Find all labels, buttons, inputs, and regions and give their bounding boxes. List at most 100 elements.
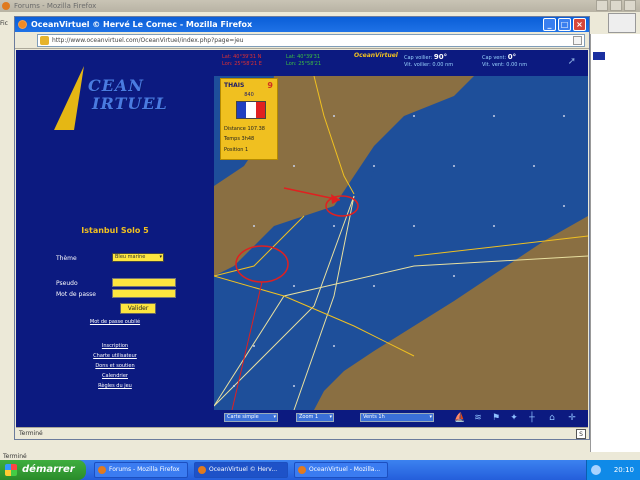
france-flag-icon bbox=[236, 101, 266, 119]
boat-rank: Position 1 bbox=[224, 147, 249, 153]
wind-speed-label: Vit. vent: bbox=[482, 62, 505, 68]
wind-arrow-icon[interactable]: ➚ bbox=[568, 56, 576, 67]
cursor-lat: Lat: 40°39'31 N bbox=[222, 54, 262, 60]
taskbar-item[interactable]: OceanVirtuel © Herv... bbox=[194, 462, 288, 478]
theme-select[interactable]: Bleu marine bbox=[112, 253, 164, 262]
sidebar-link[interactable]: Inscription bbox=[16, 341, 214, 351]
theme-label: Thème bbox=[56, 255, 77, 262]
race-title: Istanbul Solo 5 bbox=[81, 226, 149, 235]
wind-value: 0° bbox=[507, 53, 517, 61]
ocean-virtuel-logo[interactable]: CEAN IRTUEL bbox=[54, 64, 174, 134]
taskbar-item-label: OceanVirtuel - Mozilla... bbox=[309, 466, 381, 473]
compass-icon[interactable]: ✦ bbox=[508, 412, 520, 424]
validate-button[interactable]: Valider bbox=[120, 303, 156, 314]
wind-icon[interactable]: ≋ bbox=[472, 412, 484, 424]
zoom-select[interactable]: Zoom 1 bbox=[296, 413, 334, 422]
background-left-strip: Fic bbox=[0, 14, 14, 454]
password-input[interactable] bbox=[112, 289, 176, 298]
boat-code: 840 bbox=[244, 92, 254, 98]
taskbar-item-label: OceanVirtuel © Herv... bbox=[209, 466, 278, 473]
map-mode-select[interactable]: Carte simple bbox=[224, 413, 278, 422]
address-bar-row: http://www.oceanvirtuel.com/OceanVirtuel… bbox=[15, 32, 589, 49]
go-button[interactable] bbox=[573, 36, 582, 45]
speed-value: 0.00 nm bbox=[432, 62, 454, 68]
sidebar-links: Inscription Charte utilisateur Dons et s… bbox=[16, 341, 214, 391]
map-header: Lat: 40°39'31 N Lon: 25°58'21 E Lat: 40°… bbox=[214, 50, 588, 76]
url-text: http://www.oceanvirtuel.com/OceanVirtuel… bbox=[52, 37, 244, 44]
status-bar: Terminé S bbox=[16, 427, 588, 439]
boat-lat: Lat: 40°39'31 bbox=[286, 54, 321, 60]
firefox-icon bbox=[18, 20, 27, 29]
status-badge[interactable]: S bbox=[576, 429, 586, 439]
background-left-letters: Fic bbox=[0, 20, 8, 27]
sidebar-link[interactable]: Dons et soutien bbox=[16, 361, 214, 371]
firefox-icon bbox=[298, 466, 306, 474]
wind-select[interactable]: Vents 1h bbox=[360, 413, 434, 422]
sidebar-link[interactable]: Charte utilisateur bbox=[16, 351, 214, 361]
taskbar-item[interactable]: OceanVirtuel - Mozilla... bbox=[294, 462, 388, 478]
logo-word-virtuel: IRTUEL bbox=[92, 94, 168, 113]
boat-name: THAIS bbox=[224, 82, 245, 89]
boat-info-card: THAIS 9 840 Distance 107.38 Temps 3h48 P… bbox=[220, 78, 278, 160]
boat-lon: Lon: 25°58'21 bbox=[286, 61, 322, 67]
cross-icon[interactable]: ✛ bbox=[566, 412, 578, 424]
map-header-logo: OceanVirtuel bbox=[354, 52, 398, 59]
maximize-button[interactable] bbox=[610, 0, 622, 11]
wind-label: Cap vent: bbox=[482, 55, 507, 61]
taskbar-item[interactable]: Forums - Mozilla Firefox bbox=[94, 462, 188, 478]
firefox-icon bbox=[98, 466, 106, 474]
window-title: OceanVirtuel © Hervé Le Cornec - Mozilla… bbox=[31, 20, 253, 29]
system-tray: 20:10 bbox=[586, 460, 640, 480]
firefox-icon bbox=[2, 2, 10, 10]
minimize-button[interactable] bbox=[596, 0, 608, 11]
background-status-text: Terminé bbox=[3, 453, 27, 460]
login-input[interactable] bbox=[112, 278, 176, 287]
barb-icon[interactable]: ⚑ bbox=[490, 412, 502, 424]
boat-time: Temps 3h48 bbox=[224, 136, 255, 142]
taskbar: démarrer Forums - Mozilla Firefox OceanV… bbox=[0, 460, 640, 480]
url-input[interactable]: http://www.oceanvirtuel.com/OceanVirtuel… bbox=[37, 34, 585, 47]
sail-icon bbox=[54, 66, 90, 130]
boat-icon[interactable]: ⛵ bbox=[454, 412, 466, 424]
cursor-position: Lat: 40°39'31 N Lon: 25°58'21 E bbox=[222, 54, 262, 68]
windows-logo-icon bbox=[608, 13, 636, 33]
start-label: démarrer bbox=[22, 464, 75, 475]
background-caption-buttons bbox=[596, 0, 636, 11]
mark-icon[interactable]: ┼ bbox=[526, 412, 538, 424]
window-titlebar[interactable]: OceanVirtuel © Hervé Le Cornec - Mozilla… bbox=[15, 17, 589, 32]
caption-buttons: _ □ × bbox=[543, 18, 586, 31]
start-button[interactable]: démarrer bbox=[0, 460, 86, 480]
clock: 20:10 bbox=[613, 466, 634, 474]
map-footer: Carte simple Zoom 1 Vents 1h ⛵ ≋ ⚑ ✦ ┼ ⌂… bbox=[214, 410, 588, 427]
boat-distance: Distance 107.38 bbox=[224, 126, 265, 132]
logo-word-ocean: CEAN bbox=[88, 76, 144, 95]
forgot-password-link[interactable]: Mot de passe oublié bbox=[16, 319, 214, 325]
password-label: Mot de passe bbox=[56, 291, 96, 298]
taskbar-item-label: Forums - Mozilla Firefox bbox=[109, 466, 180, 473]
home-icon[interactable]: ⌂ bbox=[546, 412, 558, 424]
network-icon[interactable] bbox=[591, 465, 601, 475]
race-map[interactable]: THAIS 9 840 Distance 107.38 Temps 3h48 P… bbox=[214, 76, 588, 410]
maximize-button[interactable]: □ bbox=[558, 18, 571, 31]
page-content: CEAN IRTUEL Istanbul Solo 5 Thème Bleu m… bbox=[16, 50, 588, 427]
background-window-title: Forums - Mozilla Firefox bbox=[14, 2, 97, 10]
wind-speed-value: 0.00 nm bbox=[506, 62, 528, 68]
sidebar-link[interactable]: Calendrier bbox=[16, 371, 214, 381]
cap-label: Cap voilier: bbox=[404, 55, 433, 61]
sidebar-link[interactable]: Règles du jeu bbox=[16, 381, 214, 391]
boat-position: Lat: 40°39'31 Lon: 25°58'21 bbox=[286, 54, 321, 68]
site-favicon-icon bbox=[40, 36, 49, 45]
background-titlebar[interactable]: Forums - Mozilla Firefox bbox=[0, 0, 640, 12]
background-tag-icon bbox=[593, 52, 605, 60]
status-text: Terminé bbox=[19, 430, 43, 437]
login-label: Pseudo bbox=[56, 280, 78, 287]
firefox-window: OceanVirtuel © Hervé Le Cornec - Mozilla… bbox=[14, 16, 590, 440]
close-button[interactable] bbox=[624, 0, 636, 11]
cap-value: 90° bbox=[433, 53, 448, 61]
minimize-button[interactable]: _ bbox=[543, 18, 556, 31]
background-right-panel bbox=[590, 34, 640, 454]
windows-logo-icon bbox=[5, 464, 17, 476]
close-button[interactable]: × bbox=[573, 18, 586, 31]
cursor-lon: Lon: 25°58'21 E bbox=[222, 61, 262, 67]
boat-number: 9 bbox=[267, 81, 273, 90]
